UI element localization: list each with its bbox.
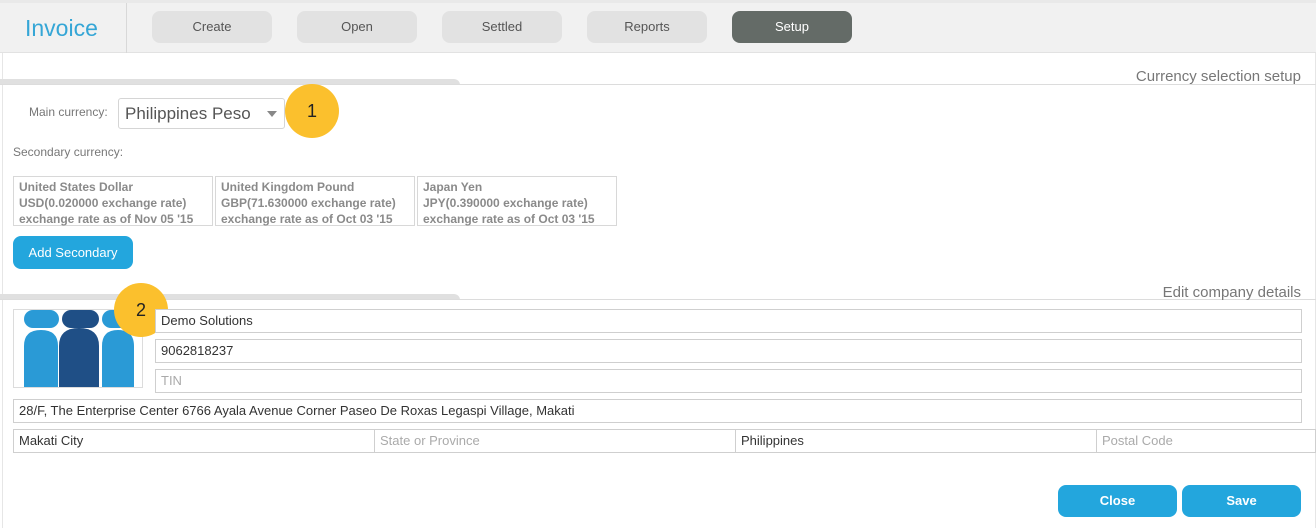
company-section-divider (0, 294, 1316, 302)
postal-code-field[interactable]: Postal Code (1096, 429, 1316, 453)
chevron-down-icon (267, 111, 277, 117)
secondary-currency-card[interactable]: Japan Yen JPY(0.390000 exchange rate) ex… (417, 176, 617, 226)
state-field[interactable]: State or Province (374, 429, 736, 453)
marker-one: 1 (285, 84, 339, 138)
main-currency-value: Philippines Peso (125, 104, 251, 123)
secondary-currency-label: Secondary currency: (13, 145, 124, 159)
secondary-currency-card[interactable]: United Kingdom Pound GBP(71.630000 excha… (215, 176, 415, 226)
phone-field[interactable]: 9062818237 (155, 339, 1302, 363)
tab-setup[interactable]: Setup (732, 11, 852, 43)
tin-field[interactable]: TIN (155, 369, 1302, 393)
company-name-field[interactable]: Demo Solutions (155, 309, 1302, 333)
tab-create[interactable]: Create (152, 11, 272, 43)
tab-open[interactable]: Open (297, 11, 417, 43)
left-border (2, 53, 3, 528)
top-bar: Invoice Create Open Settled Reports Setu… (0, 0, 1316, 53)
app-title: Invoice (0, 3, 127, 53)
tab-reports[interactable]: Reports (587, 11, 707, 43)
main-currency-select[interactable]: Philippines Peso (118, 98, 285, 129)
city-field[interactable]: Makati City (13, 429, 375, 453)
close-button[interactable]: Close (1058, 485, 1177, 517)
save-button[interactable]: Save (1182, 485, 1301, 517)
add-secondary-button[interactable]: Add Secondary (13, 236, 133, 269)
currency-section-divider (0, 79, 1316, 87)
address-field[interactable]: 28/F, The Enterprise Center 6766 Ayala A… (13, 399, 1302, 423)
secondary-currency-card[interactable]: United States Dollar USD(0.020000 exchan… (13, 176, 213, 226)
country-field[interactable]: Philippines (735, 429, 1097, 453)
main-currency-label: Main currency: (29, 105, 108, 119)
company-section-title: Edit company details (1162, 284, 1301, 301)
currency-section-title: Currency selection setup (1135, 68, 1301, 85)
tab-settled[interactable]: Settled (442, 11, 562, 43)
